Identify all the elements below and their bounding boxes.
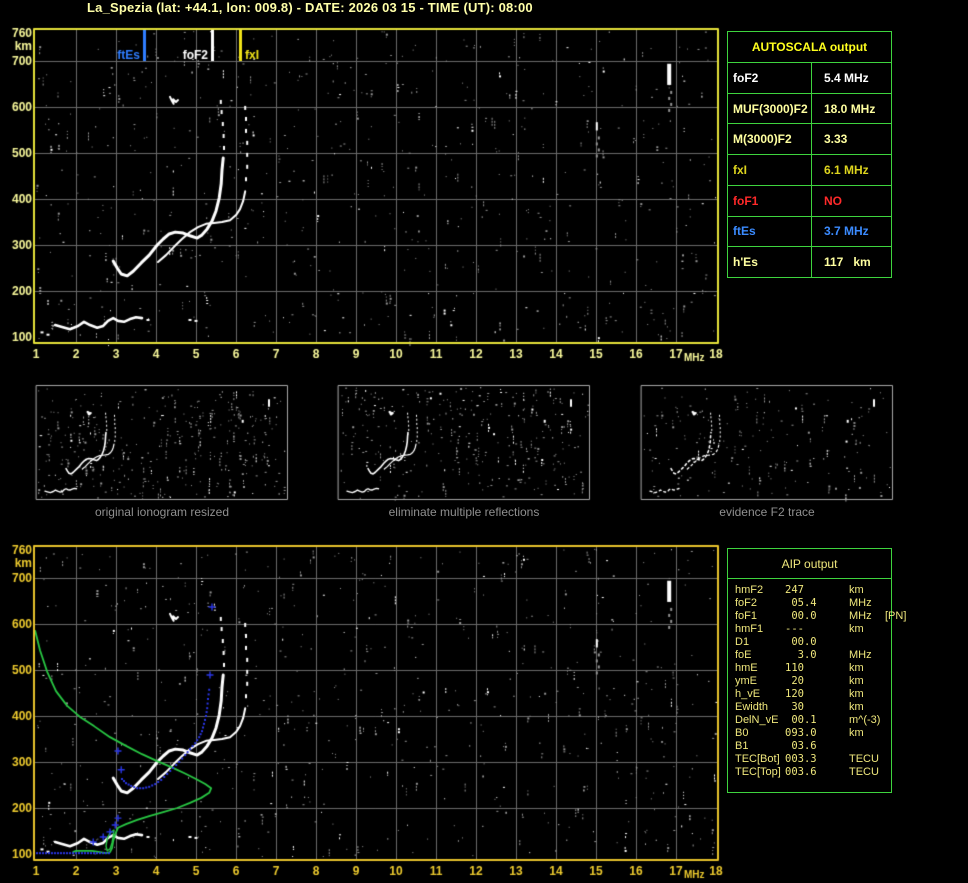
thumbnail-caption-original: original ionogram resized: [94, 505, 230, 519]
aip-row: hmF1 --- km: [728, 623, 891, 636]
aip-row-unit: MHz: [849, 649, 872, 661]
autoscala-row: ftEs 3.7 MHz: [728, 216, 891, 248]
aip-row: Ewidth 30 km: [728, 701, 891, 714]
autoscala-row-label: foF2: [728, 63, 812, 93]
aip-row: h_vE 120 km: [728, 688, 891, 701]
station-header: La_Spezia (lat: +44.1, lon: 009.8) - DAT…: [87, 0, 533, 15]
aip-row-value: 00.1: [785, 714, 817, 726]
aip-table-rows: hmF2 247 km foF2 05.4 MHz foF1 00.0 MHz [PN] hmF…: [728, 579, 906, 779]
aip-row-value: 247: [785, 584, 804, 596]
autoscala-row-label: ftEs: [728, 216, 812, 247]
aip-row-label: B1: [735, 740, 749, 752]
aip-row-unit: km: [849, 623, 864, 635]
autoscala-output-table: AUTOSCALA output foF2 5.4 MHz MUF(3000)F2 1…: [727, 31, 892, 278]
aip-row-label: B0: [735, 727, 749, 739]
aip-row-label: TEC[Top]: [735, 766, 781, 778]
autoscala-screen: La_Spezia (lat: +44.1, lon: 009.8) - DAT…: [0, 0, 968, 883]
autoscala-row-label: fxI: [728, 155, 812, 185]
aip-row-label: D1: [735, 636, 750, 648]
aip-row-unit: km: [849, 727, 864, 739]
aip-row-unit: km: [849, 701, 864, 713]
aip-row: TEC[Bot] 003.3 TECU: [728, 753, 891, 766]
autoscala-row-value: 117 km: [824, 255, 871, 270]
aip-row-unit: km: [849, 675, 864, 687]
aip-row-value: 003.6: [785, 766, 817, 778]
aip-row: B1 03.6: [728, 740, 891, 753]
aip-row: D1 00.0: [728, 636, 891, 649]
aip-row-unit: TECU: [849, 766, 879, 778]
aip-row-value: 003.3: [785, 753, 817, 765]
autoscala-row: h'Es 117 km: [728, 247, 891, 278]
aip-row: ymE 20 km: [728, 675, 891, 688]
aip-row-unit: km: [849, 662, 864, 674]
aip-row-label: foE: [735, 649, 752, 661]
aip-row-label: ymE: [735, 675, 757, 687]
aip-row-value: 20: [785, 675, 804, 687]
aip-row-value: 03.6: [785, 740, 817, 752]
aip-row: hmF2 247 km: [728, 584, 891, 597]
aip-row-value: 110: [785, 662, 804, 674]
aip-output-table: AIP output hmF2 247 km foF2 05.4 MHz foF1 00.…: [727, 548, 906, 793]
aip-row: foF1 00.0 MHz [PN]: [728, 610, 906, 623]
aip-row-label: hmF2: [735, 584, 764, 596]
autoscala-table-rows: foF2 5.4 MHz MUF(3000)F2 18.0 MHz M(3000)F2 3…: [728, 63, 891, 278]
autoscala-row: M(3000)F2 3.33: [728, 124, 891, 156]
aip-row-value: 120: [785, 688, 804, 700]
aip-row-value: 05.4: [785, 597, 817, 609]
autoscala-row-label: foF1: [728, 185, 812, 216]
autoscala-row-value: 3.33: [824, 132, 848, 147]
aip-row-note: [PN]: [885, 610, 907, 622]
aip-row-unit: km: [849, 688, 864, 700]
aip-row: hmE 110 km: [728, 662, 891, 675]
autoscala-row-label: M(3000)F2: [728, 124, 812, 155]
aip-row-label: hmF1: [735, 623, 764, 635]
autoscala-row-value: 18.0 MHz: [824, 101, 876, 116]
aip-row-value: 00.0: [785, 610, 817, 622]
aip-row-label: hmE: [735, 662, 758, 674]
autoscala-row-value: NO: [824, 193, 842, 208]
autoscala-row-value: 3.7 MHz: [824, 224, 869, 239]
autoscala-row-value: 6.1 MHz: [824, 163, 869, 178]
autoscala-row: MUF(3000)F2 18.0 MHz: [728, 93, 891, 125]
aip-row-label: Ewidth: [735, 701, 769, 713]
aip-row-value: ---: [785, 623, 804, 635]
aip-row: foF2 05.4 MHz: [728, 597, 891, 610]
autoscala-row: foF1 NO: [728, 185, 891, 217]
aip-row-unit: MHz: [849, 597, 872, 609]
aip-row: TEC[Top] 003.6 TECU: [728, 766, 891, 779]
thumbnail-caption-eliminate: eliminate multiple reflections: [388, 505, 540, 519]
aip-row-value: 3.0: [785, 649, 817, 661]
aip-row: B0 093.0 km: [728, 727, 891, 740]
autoscala-row-label: MUF(3000)F2: [728, 93, 812, 124]
autoscala-table-title: AUTOSCALA output: [728, 32, 891, 63]
aip-row: DelN_vE 00.1 m^(-3): [728, 714, 891, 727]
autoscala-row: foF2 5.4 MHz: [728, 63, 891, 94]
autoscala-row-value: 5.4 MHz: [824, 70, 869, 85]
aip-row-label: foF2: [735, 597, 758, 609]
aip-row-value: 093.0: [785, 727, 817, 739]
aip-row-label: TEC[Bot]: [735, 753, 780, 765]
aip-row: foE 3.0 MHz: [728, 649, 891, 662]
aip-row-label: foF1: [735, 610, 758, 622]
aip-row-unit: km: [849, 584, 864, 596]
aip-row-value: 00.0: [785, 636, 817, 648]
aip-row-unit: m^(-3): [849, 714, 881, 726]
aip-row-unit: TECU: [849, 753, 879, 765]
aip-table-title: AIP output: [728, 549, 891, 579]
autoscala-row: fxI 6.1 MHz: [728, 155, 891, 186]
aip-row-value: 30: [785, 701, 804, 713]
aip-row-label: DelN_vE: [735, 714, 779, 726]
autoscala-row-label: h'Es: [728, 247, 812, 278]
thumbnail-caption-evidence: evidence F2 trace: [719, 505, 815, 519]
aip-row-unit: MHz: [849, 610, 872, 622]
aip-row-label: h_vE: [735, 688, 761, 700]
